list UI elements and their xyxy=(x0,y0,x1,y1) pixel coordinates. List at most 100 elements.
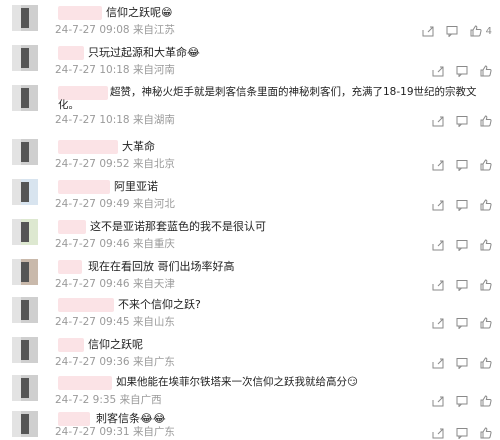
comment-text: 刺客信条😂😂 xyxy=(96,412,166,425)
comment-actions xyxy=(432,394,492,408)
comment-icon[interactable] xyxy=(456,395,468,407)
like-icon[interactable] xyxy=(480,115,492,127)
avatar[interactable] xyxy=(12,259,38,285)
comment-text: 信仰之跃呢 xyxy=(88,338,143,351)
comment-item: 如果他能在埃菲尔铁塔来一次信仰之跃我就给高分😏 24-7-2 9:35 来自广西 xyxy=(0,372,500,412)
comment-actions: 4 xyxy=(422,24,492,38)
comment-time: 09:46 xyxy=(99,278,130,290)
like-count: 4 xyxy=(485,25,492,37)
avatar[interactable] xyxy=(12,375,38,401)
share-icon[interactable] xyxy=(432,239,444,251)
share-icon[interactable] xyxy=(432,317,444,329)
share-icon[interactable] xyxy=(432,279,444,291)
comment-meta: 24-7-27 10:18 来自湖南 xyxy=(55,113,175,127)
like-icon[interactable] xyxy=(480,159,492,171)
comment-text-continued: 化。 xyxy=(58,99,79,111)
like-icon[interactable] xyxy=(480,317,492,329)
comment-icon[interactable] xyxy=(456,115,468,127)
share-icon[interactable] xyxy=(432,199,444,211)
username-redacted[interactable] xyxy=(58,260,82,274)
comment-icon[interactable] xyxy=(446,25,458,37)
avatar[interactable] xyxy=(12,219,38,245)
username-redacted[interactable] xyxy=(58,376,112,390)
like-icon[interactable] xyxy=(480,279,492,291)
share-icon[interactable] xyxy=(432,115,444,127)
comment-location: 来自广西 xyxy=(119,394,162,406)
comment-item: 刺客信条😂😂 24-7-27 09:31 来自广东 xyxy=(0,408,500,440)
comment-location: 来自北京 xyxy=(132,158,175,170)
comment-meta: 24-7-27 09:08 来自江苏 xyxy=(55,23,175,37)
comment-time: 09:49 xyxy=(99,198,130,210)
username-redacted[interactable] xyxy=(58,338,84,352)
share-icon[interactable] xyxy=(432,357,444,369)
comment-text: 只玩过起源和大革命😂 xyxy=(88,46,200,59)
username-redacted[interactable] xyxy=(58,46,84,60)
comment-date: 24-7-2 xyxy=(55,394,90,406)
username-redacted[interactable] xyxy=(58,6,102,20)
share-icon[interactable] xyxy=(432,427,444,439)
comment-item: 阿里亚诺 24-7-27 09:49 来自河北 xyxy=(0,176,500,216)
comment-meta: 24-7-27 09:49 来自河北 xyxy=(55,197,175,211)
avatar[interactable] xyxy=(12,411,38,437)
username-redacted[interactable] xyxy=(58,140,118,154)
comment-time: 09:46 xyxy=(99,238,130,250)
comment-location: 来自河南 xyxy=(132,64,175,76)
like-icon[interactable] xyxy=(480,239,492,251)
comment-icon[interactable] xyxy=(456,279,468,291)
comment-date: 24-7-27 xyxy=(55,24,96,36)
comment-meta: 24-7-2 9:35 来自广西 xyxy=(55,393,162,407)
comment-icon[interactable] xyxy=(456,239,468,251)
username-redacted[interactable] xyxy=(58,180,110,194)
comment-meta: 24-7-27 09:52 来自北京 xyxy=(55,157,175,171)
avatar[interactable] xyxy=(12,45,38,71)
comment-text: 现在在看回放 哥们出场率好高 xyxy=(88,260,235,273)
comment-icon[interactable] xyxy=(456,65,468,77)
comment-item: 信仰之跃呢😁 24-7-27 09:08 来自江苏 4 xyxy=(0,2,500,42)
share-icon[interactable] xyxy=(432,159,444,171)
username-redacted[interactable] xyxy=(58,298,114,312)
avatar[interactable] xyxy=(12,5,38,31)
share-icon[interactable] xyxy=(422,25,434,37)
comment-time: 10:18 xyxy=(99,64,130,76)
like-icon[interactable] xyxy=(480,65,492,77)
comment-location: 来自重庆 xyxy=(132,238,175,250)
like-icon[interactable] xyxy=(480,357,492,369)
like-icon[interactable] xyxy=(470,25,482,37)
username-redacted[interactable] xyxy=(58,220,86,234)
share-icon[interactable] xyxy=(432,65,444,77)
comment-date: 24-7-27 xyxy=(55,64,96,76)
comment-icon[interactable] xyxy=(456,317,468,329)
comment-date: 24-7-27 xyxy=(55,356,96,368)
comment-location: 来自河北 xyxy=(132,198,175,210)
comment-icon[interactable] xyxy=(456,159,468,171)
comment-meta: 24-7-27 09:45 来自山东 xyxy=(55,315,175,329)
comment-text: 信仰之跃呢😁 xyxy=(106,6,173,19)
comment-location: 来自广东 xyxy=(132,426,175,438)
comment-actions xyxy=(432,426,492,440)
comment-icon[interactable] xyxy=(456,427,468,439)
avatar[interactable] xyxy=(12,179,38,205)
avatar[interactable] xyxy=(12,337,38,363)
avatar[interactable] xyxy=(12,297,38,323)
comment-actions xyxy=(432,316,492,330)
comment-date: 24-7-27 xyxy=(55,198,96,210)
like-icon[interactable] xyxy=(480,199,492,211)
like-icon[interactable] xyxy=(480,395,492,407)
avatar[interactable] xyxy=(12,139,38,165)
comment-item: 这不是亚诺那套蓝色的我不是很认可 24-7-27 09:46 来自重庆 xyxy=(0,216,500,256)
like-icon[interactable] xyxy=(480,427,492,439)
comment-item: 只玩过起源和大革命😂 24-7-27 10:18 来自河南 xyxy=(0,42,500,82)
comment-location: 来自山东 xyxy=(132,316,175,328)
comment-icon[interactable] xyxy=(456,357,468,369)
comment-actions xyxy=(432,238,492,252)
comment-text: 超赞，神秘火炬手就是刺客信条里面的神秘刺客们，充满了18-19世纪的宗教文 xyxy=(110,86,477,98)
comment-meta: 24-7-27 09:31 来自广东 xyxy=(55,425,175,439)
share-icon[interactable] xyxy=(432,395,444,407)
username-redacted[interactable] xyxy=(58,412,90,426)
comment-date: 24-7-27 xyxy=(55,278,96,290)
comment-date: 24-7-27 xyxy=(55,426,96,438)
avatar[interactable] xyxy=(12,85,38,111)
comment-date: 24-7-27 xyxy=(55,238,96,250)
comment-text: 大革命 xyxy=(122,140,155,153)
comment-icon[interactable] xyxy=(456,199,468,211)
